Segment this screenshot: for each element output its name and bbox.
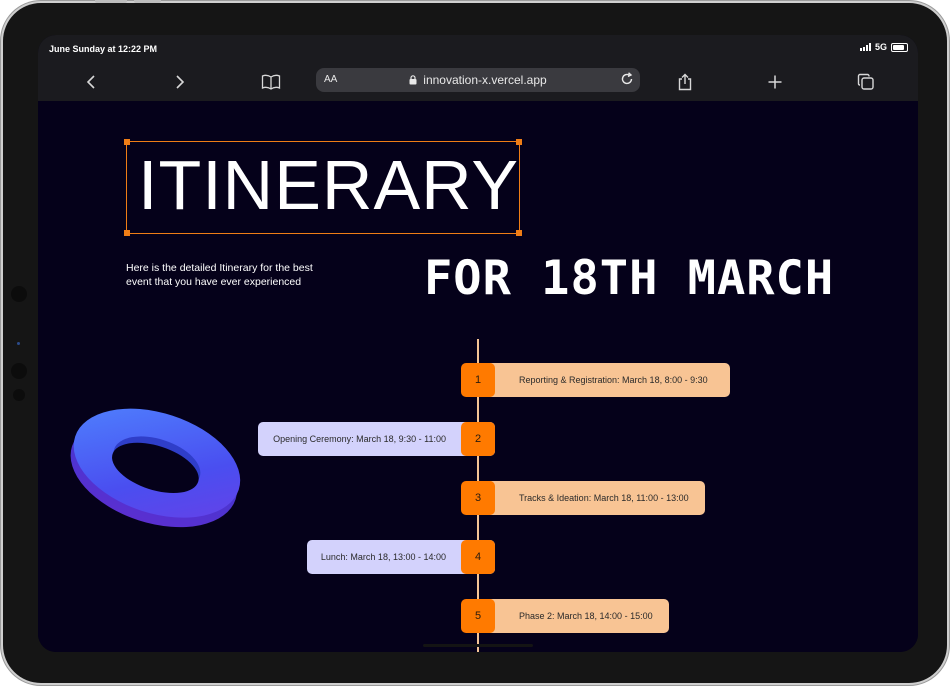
screen: June Sunday at 12:22 PM 5G AA innovation…: [38, 35, 918, 652]
side-button: [11, 363, 27, 379]
itinerary-number: 3: [474, 492, 482, 504]
itinerary-node-5: 5: [461, 599, 495, 633]
itinerary-card-5: Phase 2: March 18, 14:00 - 15:00: [478, 599, 669, 633]
reload-icon[interactable]: [620, 72, 634, 89]
page-subtitle: FOR 18TH MARCH: [424, 251, 835, 306]
page-description: Here is the detailed Itinerary for the b…: [126, 262, 313, 288]
ring-graphic: [70, 408, 241, 528]
camera-icon: [17, 342, 20, 345]
itinerary-number: 2: [474, 433, 482, 445]
itinerary-text: Lunch: March 18, 13:00 - 14:00: [320, 552, 446, 562]
itinerary-number: 1: [474, 374, 482, 386]
itinerary-node-2: 2: [461, 422, 495, 456]
url-display: innovation-x.vercel.app: [316, 73, 640, 87]
tabs-icon[interactable]: [853, 69, 879, 95]
selection-handle: [124, 230, 130, 236]
status-bar: June Sunday at 12:22 PM 5G: [38, 35, 918, 61]
bookmarks-icon[interactable]: [258, 69, 284, 95]
itinerary-number: 5: [474, 610, 482, 622]
itinerary-text: Phase 2: March 18, 14:00 - 15:00: [519, 611, 653, 621]
selection-handle: [516, 230, 522, 236]
itinerary-text: Reporting & Registration: March 18, 8:00…: [519, 375, 708, 385]
itinerary-card-2: Opening Ceremony: March 18, 9:30 - 11:00: [258, 422, 495, 456]
back-icon[interactable]: [78, 69, 104, 95]
page-title: ITINERARY: [138, 146, 520, 224]
selection-handle: [124, 139, 130, 145]
itinerary-node-4: 4: [461, 540, 495, 574]
itinerary-number: 4: [474, 551, 482, 563]
itinerary-card-1: Reporting & Registration: March 18, 8:00…: [478, 363, 730, 397]
forward-icon[interactable]: [167, 69, 193, 95]
lock-icon: [409, 75, 417, 85]
itinerary-text: Tracks & Ideation: March 18, 11:00 - 13:…: [519, 493, 689, 503]
side-button: [13, 389, 25, 401]
itinerary-node-3: 3: [461, 481, 495, 515]
itinerary-node-1: 1: [461, 363, 495, 397]
status-time: June Sunday at 12:22 PM: [49, 44, 158, 54]
page-content: ITINERARY FOR 18TH MARCH Here is the det…: [38, 101, 918, 652]
status-indicators: 5G: [859, 42, 908, 52]
top-button: [134, 0, 161, 3]
itinerary-card-3: Tracks & Ideation: March 18, 11:00 - 13:…: [478, 481, 705, 515]
home-indicator[interactable]: [423, 644, 533, 647]
itinerary-text: Opening Ceremony: March 18, 9:30 - 11:00: [273, 434, 446, 444]
top-button: [95, 0, 127, 3]
share-icon[interactable]: [672, 69, 698, 95]
new-tab-icon[interactable]: [762, 69, 788, 95]
browser-toolbar: AA innovation-x.vercel.app: [38, 61, 918, 101]
battery-icon: [891, 42, 908, 52]
network-label: 5G: [874, 42, 887, 52]
address-bar[interactable]: AA innovation-x.vercel.app: [316, 68, 640, 92]
signal-icon: [859, 43, 871, 51]
side-button: [11, 286, 27, 302]
url-text: innovation-x.vercel.app: [423, 73, 547, 87]
